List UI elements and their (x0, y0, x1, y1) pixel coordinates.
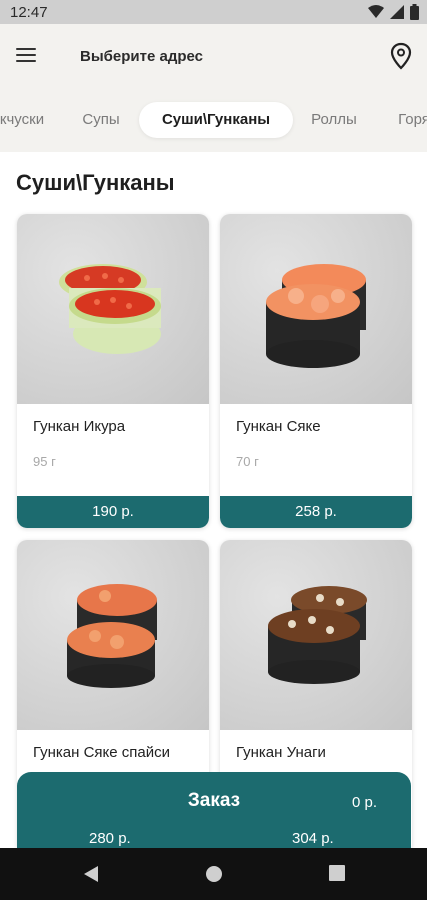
product-list: Суши\Гунканы Гункан Икура 95 г 190 р. Гу… (0, 152, 427, 848)
order-total: 0 р. (351, 794, 377, 811)
tab-sushi-gunkans[interactable]: Суши\Гунканы (139, 102, 293, 138)
product-image (17, 214, 209, 404)
tab-zakuski[interactable]: кчуски (0, 102, 50, 138)
product-weight: 70 г (236, 454, 259, 469)
add-to-cart-button-peek[interactable]: 280 р. (89, 830, 131, 847)
app-root: 12:47 Выберите адрес кчуски Супы Суши\Гу… (0, 0, 427, 900)
back-icon[interactable] (82, 864, 100, 884)
add-to-cart-button[interactable]: 190 р. (17, 496, 209, 528)
product-name: Гункан Сяке спайси (33, 744, 171, 761)
product-card-gunkan-syake[interactable]: Гункан Сяке 70 г 258 р. (220, 214, 412, 528)
tab-rolls[interactable]: Роллы (303, 102, 365, 138)
product-name: Гункан Унаги (236, 744, 326, 761)
status-time: 12:47 (10, 4, 48, 21)
home-icon[interactable] (204, 864, 224, 884)
product-name: Гункан Сяке (236, 418, 321, 435)
status-bar: 12:47 (0, 0, 427, 24)
product-weight: 95 г (33, 454, 56, 469)
product-card-gunkan-ikura[interactable]: Гункан Икура 95 г 190 р. (17, 214, 209, 528)
status-icons (368, 4, 419, 20)
category-tabs: кчуски Супы Суши\Гунканы Роллы Горя (0, 98, 427, 144)
location-pin-icon[interactable] (389, 42, 413, 70)
wifi-icon (368, 5, 384, 18)
address-selector[interactable]: Выберите адрес (80, 48, 203, 65)
recents-icon[interactable] (328, 864, 346, 882)
add-to-cart-button-peek[interactable]: 304 р. (292, 830, 334, 847)
product-image (220, 540, 412, 730)
add-to-cart-button[interactable]: 258 р. (220, 496, 412, 528)
battery-icon (410, 4, 419, 20)
tab-hot[interactable]: Горя (384, 102, 427, 138)
signal-icon (390, 5, 404, 19)
system-nav-bar (0, 848, 427, 900)
product-image (17, 540, 209, 730)
tab-soups[interactable]: Супы (72, 102, 130, 138)
product-image (220, 214, 412, 404)
menu-icon[interactable] (16, 44, 46, 70)
app-bar: Выберите адрес (0, 24, 427, 90)
section-title: Суши\Гунканы (16, 170, 175, 195)
product-name: Гункан Икура (33, 418, 126, 435)
